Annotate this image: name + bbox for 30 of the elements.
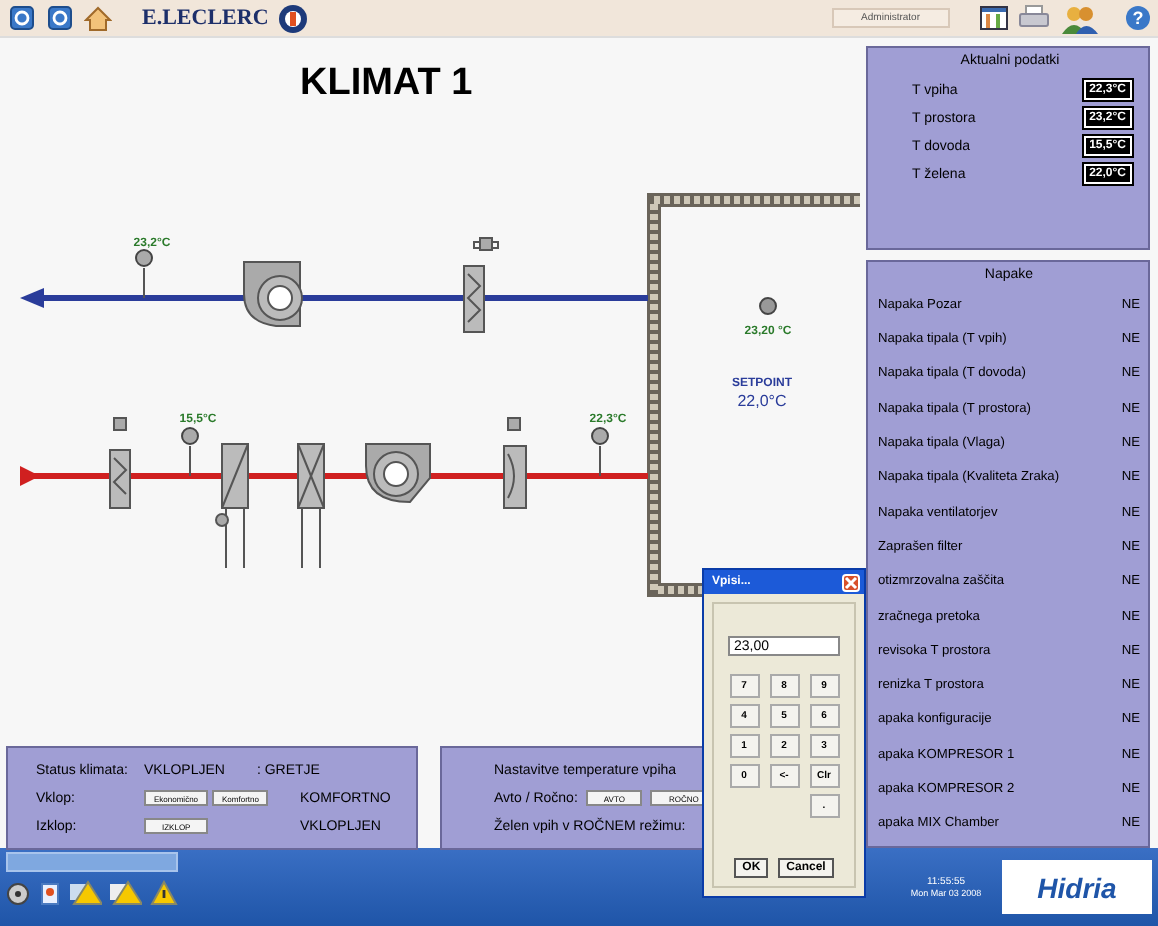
document-icon[interactable]	[38, 881, 62, 905]
printer-icon[interactable]	[1018, 4, 1050, 32]
help-button[interactable]: ?	[1126, 6, 1150, 30]
heat-recovery-drawing	[463, 237, 499, 333]
warning-icon[interactable]	[110, 880, 142, 906]
company-logo: Hidria	[1002, 860, 1152, 914]
cooler-drawing	[297, 443, 325, 569]
heater-drawing	[215, 443, 249, 569]
fan-drawing	[243, 261, 303, 327]
room-sensor-icon	[759, 297, 777, 315]
logo-icon	[278, 3, 309, 33]
users-icon[interactable]	[1060, 3, 1100, 33]
warning-icon[interactable]	[150, 880, 178, 906]
setpoint-value[interactable]: 22,0°C	[737, 392, 787, 410]
brand-logo-text: E.LECLERC	[142, 6, 269, 30]
sensor-icon	[135, 249, 153, 299]
warning-icon[interactable]	[70, 880, 102, 906]
sensor-icon	[591, 427, 609, 477]
sensor-icon	[181, 427, 199, 477]
forward-button[interactable]	[46, 4, 74, 32]
close-button[interactable]	[842, 573, 860, 591]
layout-icon[interactable]	[980, 6, 1008, 30]
humidifier-drawing	[503, 417, 527, 509]
filter-drawing	[109, 417, 131, 509]
back-button[interactable]	[8, 4, 36, 32]
page-title: KLIMAT 1	[300, 62, 473, 104]
disc-icon[interactable]	[6, 881, 30, 905]
taskbar-field[interactable]	[6, 852, 178, 872]
home-icon[interactable]	[84, 5, 112, 31]
fan-drawing	[365, 443, 431, 503]
